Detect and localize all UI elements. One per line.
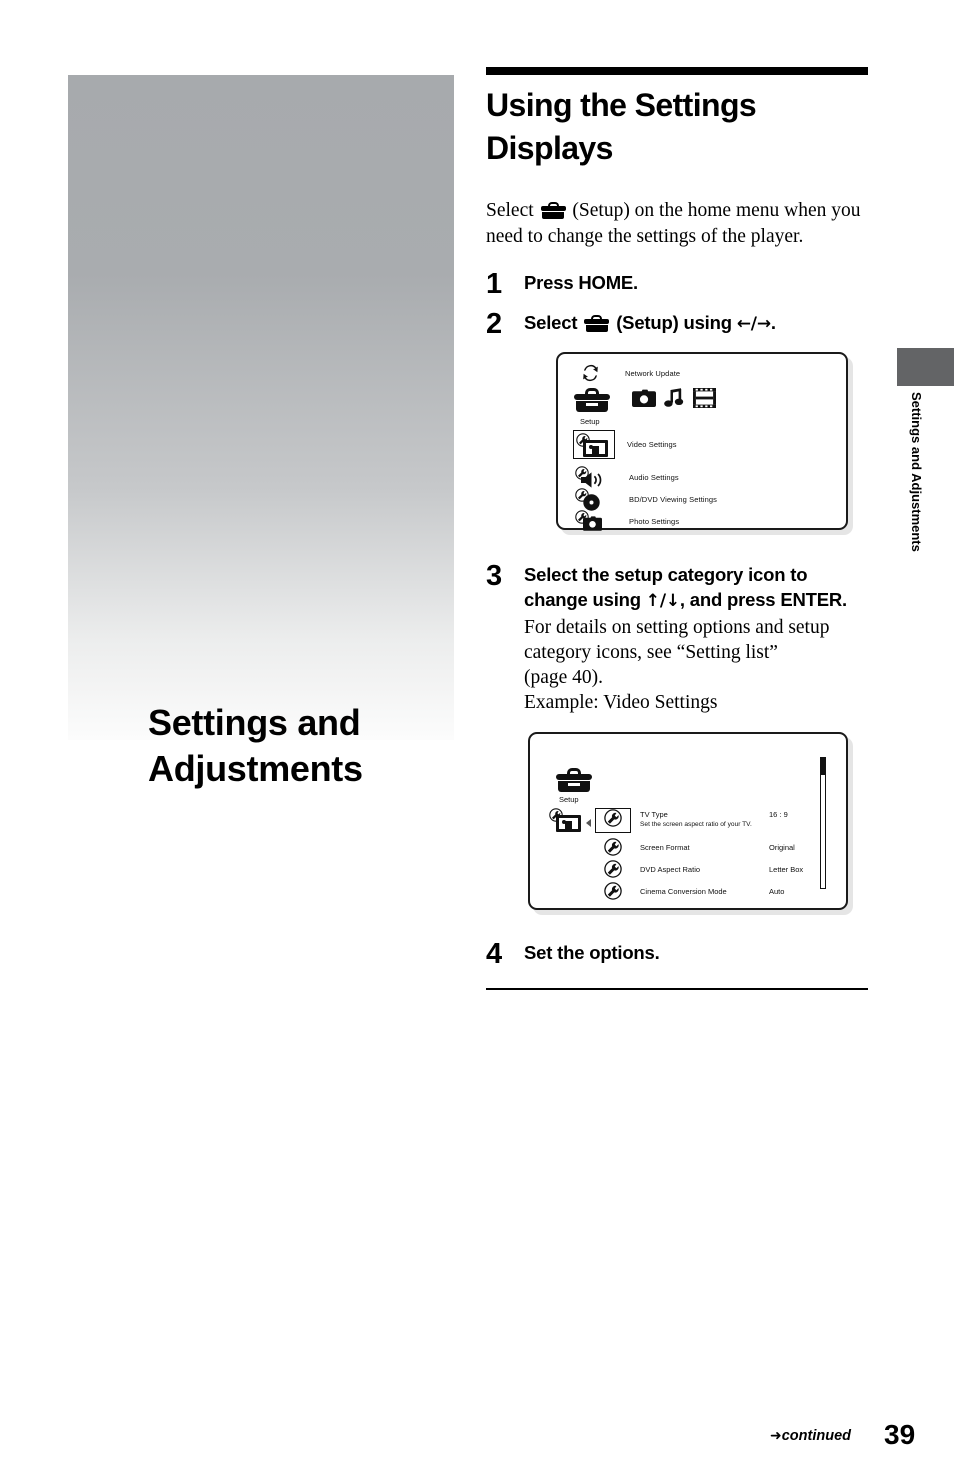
- toolbox-setup-icon[interactable]: [556, 768, 592, 793]
- osd-option-value-cinema-conversion-mode[interactable]: Auto: [769, 887, 784, 896]
- thumb-tab-block: [897, 348, 954, 386]
- osd-option-icon-screen-format[interactable]: [604, 838, 622, 861]
- step-3-heading-line-2a: change using: [524, 589, 641, 610]
- step-3-heading-line-2b: , and press ENTER.: [679, 589, 847, 610]
- intro-text-before: Select: [486, 200, 534, 221]
- osd-setup-label: Setup: [580, 417, 600, 426]
- step-1-heading: Press HOME.: [524, 272, 638, 293]
- step-1-number: 1: [486, 268, 503, 300]
- step-3-heading: Select the setup category icon to change…: [524, 562, 876, 614]
- osd-option-name-dvd-aspect-ratio[interactable]: DVD Aspect Ratio: [640, 865, 700, 874]
- osd-option-icon-cinema-conversion-mode[interactable]: [604, 882, 622, 905]
- step-2-text-before: Select: [524, 312, 578, 333]
- osd-setup-label: Setup: [559, 795, 579, 804]
- osd-category-audio-settings[interactable]: Audio Settings: [575, 466, 679, 488]
- osd-scrollbar-thumb[interactable]: [821, 758, 825, 775]
- up-down-arrow-keys-icon: ↑/↓: [645, 591, 680, 611]
- osd-option-name-tv-type: TV Type: [640, 810, 668, 819]
- page-title-line-1: Using the Settings: [486, 87, 757, 123]
- toolbox-setup-icon[interactable]: [574, 388, 610, 413]
- chapter-title-line-2: Adjustments: [148, 748, 363, 789]
- osd-home-menu-screenshot: Network Update Setup Video Settings Audi…: [556, 352, 848, 532]
- step-2-number: 2: [486, 308, 503, 340]
- osd-category-bddvd-viewing-settings[interactable]: BD/DVD Viewing Settings: [575, 488, 718, 511]
- step-3-heading-line-1: Select the setup category icon to: [524, 564, 808, 585]
- osd-option-name-screen-format[interactable]: Screen Format: [640, 843, 690, 852]
- camera-icon[interactable]: [632, 389, 656, 413]
- step-3-desc-line-2: category icons, see “Setting list”: [524, 642, 778, 663]
- wrench-circle-icon: [604, 809, 622, 832]
- osd-option-icon-tv-type[interactable]: [595, 808, 631, 833]
- continued-marker: ➜continued: [770, 1428, 851, 1444]
- heading-rule: [486, 67, 868, 75]
- osd-option-desc-tv-type: Set the screen aspect ratio of your TV.: [640, 821, 752, 828]
- osd-row-network-update[interactable]: Network Update: [582, 364, 680, 382]
- osd-option-name-cinema-conversion-mode[interactable]: Cinema Conversion Mode: [640, 887, 727, 896]
- chapter-opener-graphic: [68, 75, 454, 740]
- step-3-number: 3: [486, 560, 503, 592]
- step-2: 2 Select (Setup) using ←/→.: [486, 308, 876, 340]
- step-1: 1 Press HOME.: [486, 270, 876, 299]
- left-pointer-triangle-icon: [586, 819, 591, 827]
- step-3-desc-line-3: (page 40).: [524, 667, 604, 688]
- osd-option-value-screen-format[interactable]: Original: [769, 843, 795, 852]
- osd-label-photo-settings: Photo Settings: [629, 516, 680, 526]
- page-title-line-2: Displays: [486, 130, 613, 166]
- osd-option-icon-dvd-aspect-ratio[interactable]: [604, 860, 622, 883]
- step-4-heading: Set the options.: [524, 942, 660, 963]
- osd-category-video-settings[interactable]: [573, 430, 615, 459]
- step-2-heading: Select (Setup) using ←/→.: [524, 310, 876, 337]
- section-end-rule: [486, 988, 868, 990]
- intro-paragraph: Select (Setup) on the home menu when you…: [486, 198, 876, 250]
- osd-top-icon-strip: [574, 388, 716, 413]
- osd-option-value-dvd-aspect-ratio[interactable]: Letter Box: [769, 865, 803, 874]
- continued-label: continued: [781, 1428, 852, 1444]
- step-3-description: For details on setting options and setup…: [524, 615, 876, 715]
- osd-scrollbar-track[interactable]: [820, 757, 826, 889]
- osd-option-value-tv-type[interactable]: 16 : 9: [769, 810, 788, 819]
- music-note-icon[interactable]: [664, 388, 684, 413]
- osd-label-bddvd-viewing-settings: BD/DVD Viewing Settings: [629, 494, 718, 504]
- osd-category-photo-settings[interactable]: Photo Settings: [575, 510, 679, 532]
- step-4: 4 Set the options.: [486, 940, 876, 969]
- page-number: 39: [884, 1419, 916, 1450]
- step-3-desc-line-1: For details on setting options and setup: [524, 617, 830, 638]
- osd-label-video-settings: Video Settings: [627, 440, 677, 449]
- network-update-refresh-icon: [582, 364, 599, 382]
- chapter-title-line-1: Settings and: [148, 702, 361, 743]
- chapter-title: Settings and Adjustments: [148, 700, 478, 792]
- thumb-tab-label: Settings and Adjustments: [909, 392, 924, 552]
- camera-icon: [583, 516, 602, 536]
- toolbox-setup-icon: [540, 202, 566, 219]
- osd-option-tv-type[interactable]: TV Type Set the screen aspect ratio of y…: [640, 810, 752, 828]
- step-3: 3 Select the setup category icon to chan…: [486, 562, 876, 715]
- osd-video-settings-screenshot: Setup TV Type Set the screen aspect rati…: [528, 732, 848, 910]
- manual-page: Settings and Adjustments Settings and Ad…: [0, 0, 954, 1483]
- monitor-icon: [583, 440, 608, 457]
- osd-label-network-update: Network Update: [625, 368, 681, 378]
- film-strip-icon[interactable]: [693, 388, 716, 413]
- step-2-period: .: [770, 312, 776, 333]
- monitor-icon[interactable]: [556, 815, 581, 832]
- left-right-arrow-keys-icon: ←/→: [736, 314, 771, 334]
- continued-arrow-icon: ➜: [770, 1428, 782, 1444]
- osd-label-audio-settings: Audio Settings: [629, 472, 679, 482]
- page-title: Using the Settings Displays: [486, 84, 868, 170]
- step-4-number: 4: [486, 938, 503, 970]
- step-3-desc-line-4: Example: Video Settings: [524, 692, 718, 713]
- step-2-text-after: (Setup) using: [616, 312, 732, 333]
- toolbox-setup-icon: [584, 315, 610, 332]
